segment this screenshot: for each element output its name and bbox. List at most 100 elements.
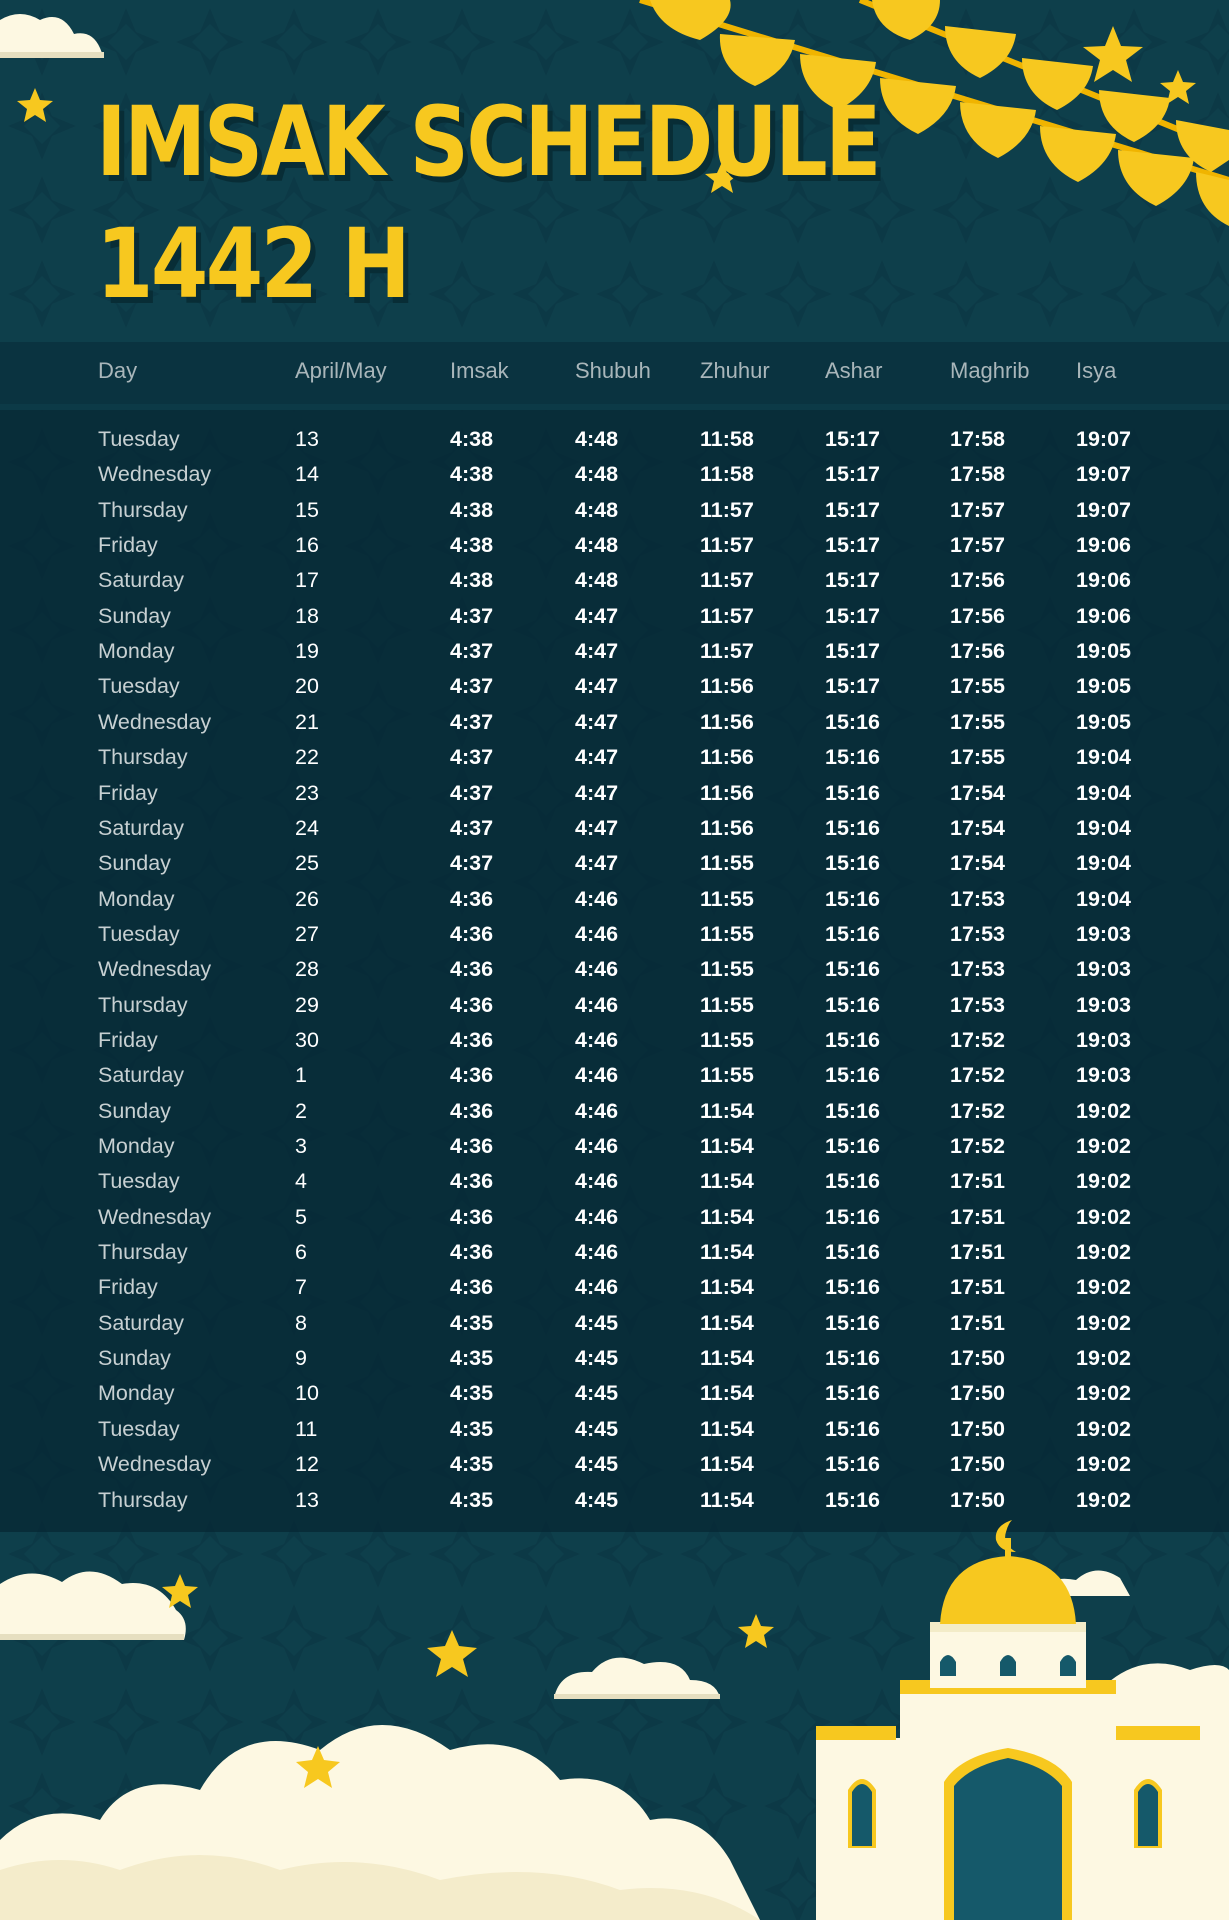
- day-cell: Thursday: [98, 745, 188, 770]
- table-row: Tuesday 11 4:35 4:45 11:54 15:16 17:50 19:02: [0, 1412, 1229, 1447]
- shubuh-cell: 4:46: [575, 1027, 619, 1052]
- imsak-cell: 4:36: [450, 1027, 494, 1052]
- imsak-cell: 4:36: [450, 886, 494, 911]
- table-row: Wednesday 21 4:37 4:47 11:56 15:16 17:55 19:05: [0, 705, 1229, 740]
- date-cell: 24: [295, 815, 319, 840]
- shubuh-cell: 4:46: [575, 886, 619, 911]
- day-cell: Tuesday: [98, 1416, 180, 1441]
- imsak-cell: 4:36: [450, 992, 494, 1017]
- ashar-cell: 15:16: [825, 1381, 880, 1406]
- ashar-cell: 15:16: [825, 992, 880, 1017]
- date-cell: 29: [295, 992, 319, 1017]
- date-cell: 13: [295, 1487, 319, 1512]
- maghrib-cell: 17:56: [950, 639, 1005, 664]
- shubuh-cell: 4:47: [575, 745, 619, 770]
- isya-cell: 19:07: [1076, 497, 1131, 522]
- cloud-icon: [0, 14, 104, 58]
- isya-cell: 19:06: [1076, 568, 1131, 593]
- zhuhur-cell: 11:55: [700, 1063, 754, 1088]
- day-cell: Tuesday: [98, 921, 180, 946]
- table-row: Wednesday 14 4:38 4:48 11:58 15:17 17:58 19:07: [0, 457, 1229, 492]
- table-row: Thursday 13 4:35 4:45 11:54 15:16 17:50 19:02: [0, 1483, 1229, 1518]
- imsak-cell: 4:38: [450, 427, 494, 451]
- date-cell: 20: [295, 674, 319, 699]
- day-cell: Monday: [98, 639, 175, 664]
- table-row: Thursday 15 4:38 4:48 11:57 15:17 17:57 19:07: [0, 493, 1229, 528]
- table-row: Monday 19 4:37 4:47 11:57 15:17 17:56 19:05: [0, 634, 1229, 669]
- table-row: Friday 30 4:36 4:46 11:55 15:16 17:52 19:03: [0, 1023, 1229, 1058]
- imsak-cell: 4:37: [450, 603, 494, 628]
- column-header-isya: Isya: [1076, 358, 1117, 383]
- shubuh-cell: 4:46: [575, 1098, 619, 1123]
- date-cell: 22: [295, 745, 319, 770]
- isya-cell: 19:02: [1076, 1416, 1131, 1441]
- cloud-icon: [554, 1657, 720, 1699]
- imsak-cell: 4:38: [450, 462, 494, 487]
- ashar-cell: 15:16: [825, 1275, 880, 1300]
- table-row: Saturday 24 4:37 4:47 11:56 15:16 17:54 19:04: [0, 811, 1229, 846]
- isya-cell: 19:06: [1076, 603, 1131, 628]
- table-row: Tuesday 4 4:36 4:46 11:54 15:16 17:51 19:02: [0, 1164, 1229, 1199]
- table-row: Sunday 25 4:37 4:47 11:55 15:16 17:54 19:04: [0, 846, 1229, 881]
- imsak-cell: 4:37: [450, 815, 494, 840]
- column-header-imsak: Imsak: [450, 358, 509, 383]
- day-cell: Tuesday: [98, 427, 180, 451]
- maghrib-cell: 17:55: [950, 674, 1005, 699]
- imsak-cell: 4:36: [450, 1063, 494, 1088]
- shubuh-cell: 4:45: [575, 1346, 619, 1371]
- date-cell: 5: [295, 1204, 307, 1229]
- date-cell: 3: [295, 1134, 307, 1158]
- shubuh-cell: 4:46: [575, 1169, 619, 1194]
- imsak-cell: 4:35: [450, 1416, 494, 1441]
- imsak-cell: 4:36: [450, 1240, 494, 1265]
- table-row: Monday 26 4:36 4:46 11:55 15:16 17:53 19:04: [0, 882, 1229, 917]
- star-icon: [1083, 26, 1143, 82]
- day-cell: Sunday: [98, 1098, 171, 1123]
- zhuhur-cell: 11:58: [700, 427, 754, 451]
- isya-cell: 19:02: [1076, 1346, 1131, 1371]
- ashar-cell: 15:16: [825, 1134, 880, 1158]
- date-cell: 9: [295, 1346, 307, 1371]
- date-cell: 1: [295, 1063, 307, 1088]
- column-header-shubuh: Shubuh: [575, 358, 651, 383]
- day-cell: Saturday: [98, 1310, 185, 1335]
- maghrib-cell: 17:51: [950, 1275, 1005, 1300]
- date-cell: 8: [295, 1310, 307, 1335]
- table-row: Sunday 18 4:37 4:47 11:57 15:17 17:56 19:06: [0, 599, 1229, 634]
- isya-cell: 19:04: [1076, 780, 1131, 805]
- maghrib-cell: 17:52: [950, 1134, 1005, 1158]
- imsak-cell: 4:38: [450, 568, 494, 593]
- maghrib-cell: 17:50: [950, 1416, 1005, 1441]
- date-cell: 13: [295, 427, 319, 451]
- day-cell: Wednesday: [98, 462, 212, 487]
- maghrib-cell: 17:56: [950, 603, 1005, 628]
- maghrib-cell: 17:56: [950, 568, 1005, 593]
- imsak-cell: 4:35: [450, 1381, 494, 1406]
- shubuh-cell: 4:47: [575, 780, 619, 805]
- day-cell: Friday: [98, 533, 158, 558]
- imsak-cell: 4:35: [450, 1487, 494, 1512]
- shubuh-cell: 4:46: [575, 921, 619, 946]
- ashar-cell: 15:16: [825, 780, 880, 805]
- ashar-cell: 15:16: [825, 1310, 880, 1335]
- table-row: Tuesday 13 4:38 4:48 11:58 15:17 17:58 19:07: [0, 422, 1229, 457]
- isya-cell: 19:04: [1076, 851, 1131, 876]
- day-cell: Saturday: [98, 815, 185, 840]
- day-cell: Tuesday: [98, 674, 180, 699]
- maghrib-cell: 17:54: [950, 851, 1005, 876]
- day-cell: Sunday: [98, 851, 171, 876]
- zhuhur-cell: 11:54: [700, 1169, 754, 1194]
- shubuh-cell: 4:45: [575, 1381, 619, 1406]
- table-row: Wednesday 28 4:36 4:46 11:55 15:16 17:53 19:03: [0, 952, 1229, 987]
- zhuhur-cell: 11:54: [700, 1346, 754, 1371]
- isya-cell: 19:02: [1076, 1169, 1131, 1194]
- ashar-cell: 15:16: [825, 1452, 880, 1477]
- imsak-cell: 4:37: [450, 674, 494, 699]
- zhuhur-cell: 11:54: [700, 1240, 754, 1265]
- shubuh-cell: 4:46: [575, 1275, 619, 1300]
- shubuh-cell: 4:46: [575, 957, 619, 982]
- day-cell: Wednesday: [98, 1452, 212, 1477]
- table-row: Thursday 22 4:37 4:47 11:56 15:16 17:55 19:04: [0, 740, 1229, 775]
- isya-cell: 19:02: [1076, 1487, 1131, 1512]
- date-cell: 19: [295, 639, 319, 664]
